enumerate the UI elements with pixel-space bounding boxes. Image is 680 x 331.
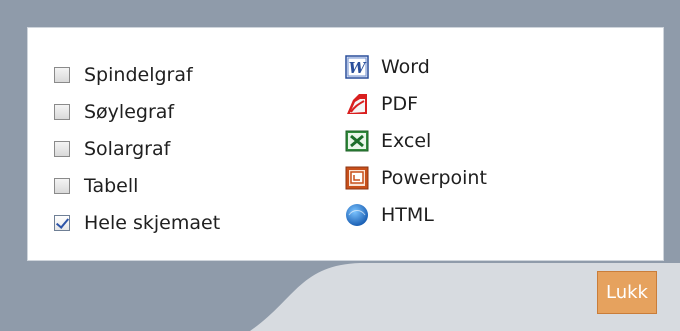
option-tabell[interactable]: Tabell — [54, 167, 220, 204]
export-excel[interactable]: Excel — [345, 122, 487, 159]
option-label: Spindelgraf — [84, 63, 193, 86]
export-word[interactable]: W Word — [345, 48, 487, 85]
word-icon: W — [345, 54, 369, 79]
option-solargraf[interactable]: Solargraf — [54, 130, 220, 167]
close-button[interactable]: Lukk — [597, 271, 657, 314]
svg-text:W: W — [349, 59, 368, 77]
tabell-checkbox[interactable] — [54, 177, 70, 194]
excel-icon — [345, 130, 369, 151]
option-soylegraf[interactable]: Søylegraf — [54, 93, 220, 130]
option-label: Solargraf — [84, 137, 171, 160]
export-links: W Word PDF Excel Powerpoint HTML — [345, 48, 487, 233]
pdf-icon — [347, 93, 367, 114]
option-label: Hele skjemaet — [84, 211, 221, 234]
soylegraf-checkbox[interactable] — [54, 103, 70, 120]
export-html[interactable]: HTML — [345, 196, 487, 233]
powerpoint-icon — [345, 166, 369, 189]
export-label: Powerpoint — [381, 166, 487, 189]
solargraf-checkbox[interactable] — [54, 140, 70, 157]
export-powerpoint[interactable]: Powerpoint — [345, 159, 487, 196]
export-label: Word — [381, 55, 430, 78]
export-label: PDF — [381, 92, 419, 115]
export-label: HTML — [381, 203, 434, 226]
html-icon — [346, 203, 368, 226]
option-label: Tabell — [84, 174, 139, 197]
graph-options: Spindelgraf Søylegraf Solargraf Tabell H… — [54, 56, 220, 241]
export-pdf[interactable]: PDF — [345, 85, 487, 122]
spindelgraf-checkbox[interactable] — [54, 66, 70, 83]
export-panel: Spindelgraf Søylegraf Solargraf Tabell H… — [27, 27, 664, 261]
option-label: Søylegraf — [84, 100, 175, 123]
option-spindelgraf[interactable]: Spindelgraf — [54, 56, 220, 93]
hele-skjemaet-checkbox[interactable] — [54, 214, 70, 231]
export-label: Excel — [381, 129, 432, 152]
checkmark-icon — [55, 214, 70, 229]
option-hele-skjemaet[interactable]: Hele skjemaet — [54, 204, 220, 241]
